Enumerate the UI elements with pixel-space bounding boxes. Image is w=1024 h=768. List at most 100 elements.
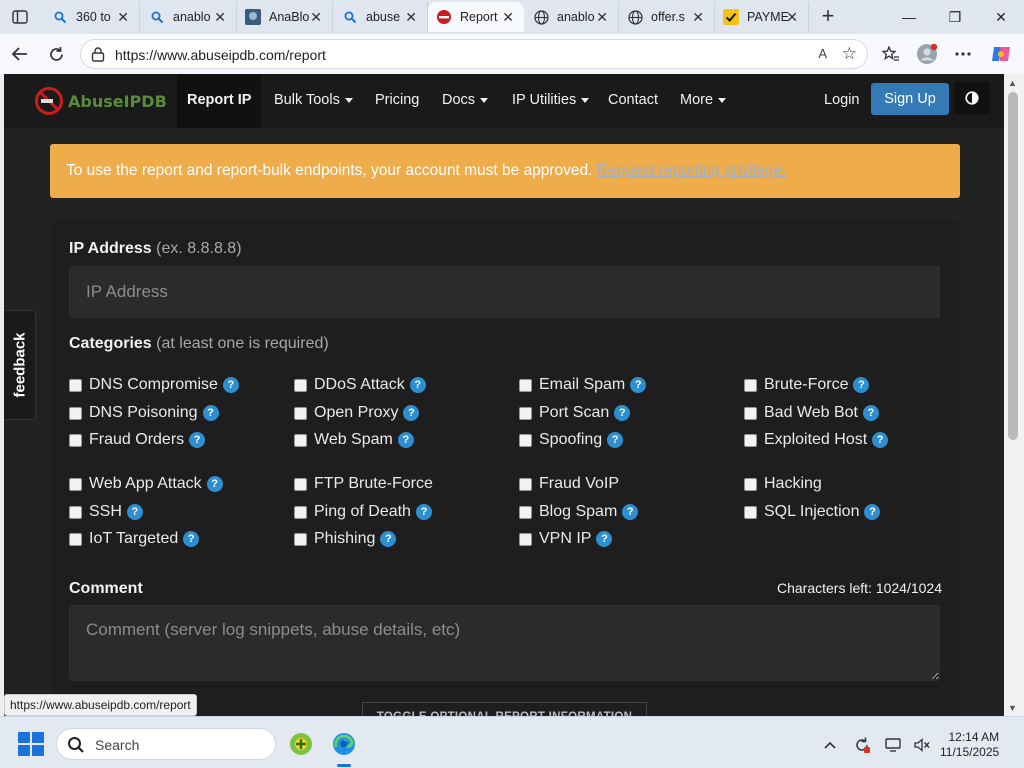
help-icon[interactable]: ? [622, 504, 639, 520]
tab-report-active[interactable]: Report ✕ [428, 2, 524, 32]
checkbox[interactable] [294, 406, 307, 420]
favorite-star-icon[interactable]: ☆ [842, 44, 857, 64]
url-text[interactable]: https://www.abuseipdb.com/report [115, 47, 326, 63]
category-checkbox[interactable]: Ping of Death? [294, 503, 432, 521]
checkbox[interactable] [294, 477, 307, 491]
category-checkbox[interactable]: Brute-Force? [744, 376, 870, 394]
copilot-icon[interactable] [988, 42, 1014, 66]
help-icon[interactable]: ? [862, 405, 879, 421]
taskbar-search[interactable]: Search [56, 728, 276, 760]
nav-login[interactable]: Login [824, 92, 859, 108]
help-icon[interactable]: ? [415, 504, 432, 520]
tab-payme[interactable]: PAYME ✕ [715, 2, 809, 32]
tab-abuse-search[interactable]: abuse ✕ [334, 2, 428, 32]
category-checkbox[interactable]: Fraud VoIP [519, 475, 619, 493]
scroll-down-icon[interactable]: ▼ [1008, 703, 1017, 713]
back-icon[interactable] [8, 42, 32, 66]
feedback-tab[interactable]: feedback [4, 310, 36, 420]
checkbox[interactable] [519, 477, 532, 491]
category-checkbox[interactable]: Web App Attack? [69, 475, 223, 493]
checkbox[interactable] [69, 505, 82, 519]
profile-avatar[interactable] [914, 42, 940, 66]
tab-close-icon[interactable]: ✕ [405, 9, 417, 26]
signup-button[interactable]: Sign Up [871, 83, 949, 115]
category-checkbox[interactable]: SSH? [69, 503, 143, 521]
category-checkbox[interactable]: Blog Spam? [519, 503, 639, 521]
nav-report-ip[interactable]: Report IP [177, 74, 262, 128]
tab-360[interactable]: 360 to ✕ [44, 2, 140, 32]
checkbox[interactable] [744, 505, 757, 519]
category-checkbox[interactable]: SQL Injection? [744, 503, 881, 521]
category-checkbox[interactable]: Email Spam? [519, 376, 647, 394]
site-logo[interactable]: AbuseIPDB [34, 86, 167, 116]
category-checkbox[interactable]: Exploited Host? [744, 431, 889, 449]
help-icon[interactable]: ? [872, 432, 889, 448]
category-checkbox[interactable]: Phishing? [294, 530, 397, 548]
category-checkbox[interactable]: Spoofing? [519, 431, 624, 449]
scroll-up-icon[interactable]: ▲ [1008, 78, 1017, 88]
help-icon[interactable]: ? [222, 377, 239, 393]
volume-muted-icon[interactable] [912, 735, 932, 755]
widget-app-icon[interactable] [285, 729, 317, 759]
tab-offer[interactable]: offer.s ✕ [619, 2, 715, 32]
category-checkbox[interactable]: VPN IP? [519, 530, 613, 548]
comment-textarea[interactable] [69, 605, 940, 681]
nav-ip-utilities[interactable]: IP Utilities [512, 92, 590, 108]
checkbox[interactable] [519, 532, 532, 546]
checkbox[interactable] [744, 433, 757, 447]
refresh-icon[interactable] [44, 42, 68, 66]
tab-anablo-search[interactable]: anablo ✕ [141, 2, 237, 32]
close-window-icon[interactable]: ✕ [978, 0, 1024, 34]
checkbox[interactable] [69, 477, 82, 491]
help-icon[interactable]: ? [202, 405, 219, 421]
checkbox[interactable] [294, 433, 307, 447]
help-icon[interactable]: ? [409, 377, 426, 393]
favorites-icon[interactable] [878, 42, 904, 66]
checkbox[interactable] [69, 406, 82, 420]
lock-icon[interactable] [91, 47, 105, 67]
checkbox[interactable] [744, 477, 757, 491]
category-checkbox[interactable]: DNS Compromise? [69, 376, 239, 394]
theme-toggle-button[interactable] [954, 82, 990, 114]
help-icon[interactable]: ? [183, 531, 200, 547]
restore-icon[interactable]: ❐ [932, 0, 978, 34]
checkbox[interactable] [519, 505, 532, 519]
help-icon[interactable]: ? [614, 405, 631, 421]
checkbox[interactable] [294, 505, 307, 519]
category-checkbox[interactable]: Bad Web Bot? [744, 404, 879, 422]
checkbox[interactable] [744, 406, 757, 420]
category-checkbox[interactable]: Hacking [744, 475, 822, 493]
help-icon[interactable]: ? [206, 476, 223, 492]
tray-chevron-up-icon[interactable] [820, 735, 840, 755]
tab-close-icon[interactable]: ✕ [502, 9, 514, 26]
sync-icon[interactable] [852, 735, 872, 755]
checkbox[interactable] [294, 378, 307, 392]
category-checkbox[interactable]: DDoS Attack? [294, 376, 426, 394]
help-icon[interactable]: ? [397, 432, 414, 448]
new-tab-icon[interactable]: + [816, 5, 840, 29]
tab-close-icon[interactable]: ✕ [692, 9, 704, 26]
checkbox[interactable] [69, 433, 82, 447]
checkbox[interactable] [519, 378, 532, 392]
nav-more[interactable]: More [680, 92, 727, 108]
windows-start-icon[interactable] [18, 732, 44, 756]
tab-close-icon[interactable]: ✕ [214, 9, 226, 26]
category-checkbox[interactable]: Web Spam? [294, 431, 414, 449]
tab-close-icon[interactable]: ✕ [596, 9, 608, 26]
ip-address-input[interactable] [69, 266, 940, 318]
category-checkbox[interactable]: DNS Poisoning? [69, 404, 219, 422]
nav-pricing[interactable]: Pricing [375, 92, 419, 108]
help-icon[interactable]: ? [853, 377, 870, 393]
help-icon[interactable]: ? [630, 377, 647, 393]
help-icon[interactable]: ? [380, 531, 397, 547]
nav-bulk-tools[interactable]: Bulk Tools [274, 92, 353, 108]
tab-actions-icon[interactable] [6, 5, 34, 29]
checkbox[interactable] [294, 532, 307, 546]
tab-close-icon[interactable]: ✕ [786, 9, 798, 26]
network-icon[interactable] [884, 735, 904, 755]
checkbox[interactable] [519, 406, 532, 420]
checkbox[interactable] [69, 378, 82, 392]
tab-anablo-globe[interactable]: anablo ✕ [525, 2, 619, 32]
page-scrollbar[interactable]: ▲ ▼ [1004, 74, 1024, 716]
help-icon[interactable]: ? [596, 531, 613, 547]
